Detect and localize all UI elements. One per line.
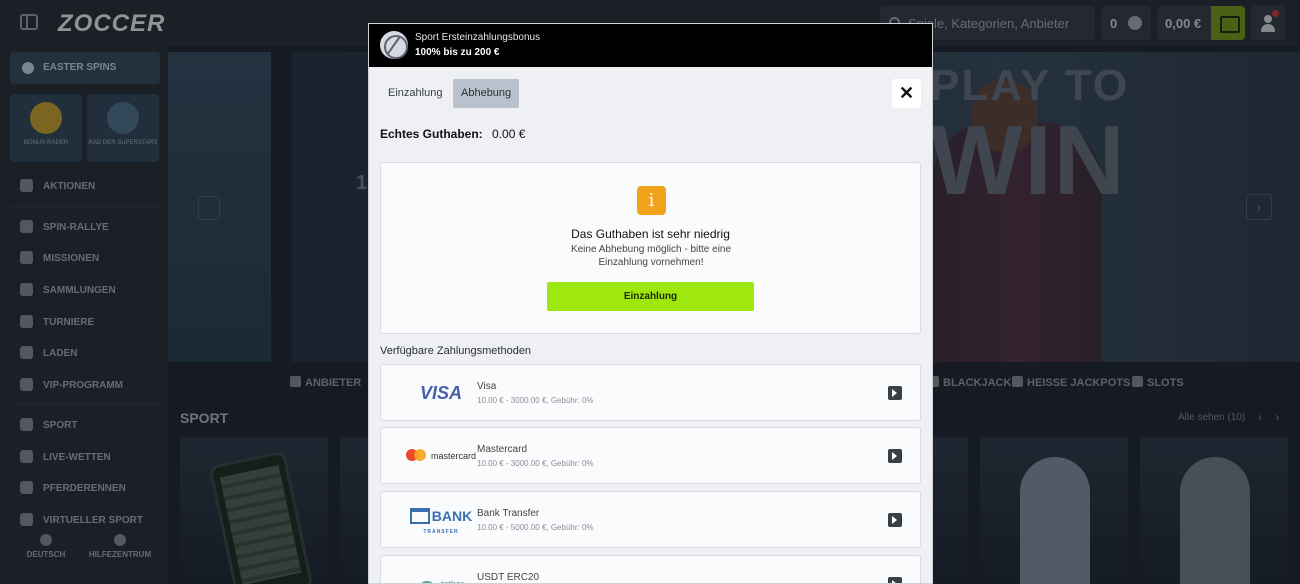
chevron-right-icon[interactable]	[888, 513, 902, 527]
promo-banner[interactable]: Sport Ersteinzahlungsbonus 100% bis zu 2…	[369, 24, 932, 67]
method-limit: 10.00 € - 5000.00 €, Gebühr: 0%	[477, 523, 594, 532]
payment-method-visa[interactable]: VISA Visa 10.00 € - 3000.00 €, Gebühr: 0…	[380, 364, 921, 421]
payment-method-usdt-erc20[interactable]: ₮tether USDT ERC20	[380, 555, 921, 584]
bank-icon	[409, 508, 430, 524]
real-balance: Echtes Guthaben: 0.00 €	[380, 127, 525, 141]
cashier-modal: Sport Ersteinzahlungsbonus 100% bis zu 2…	[368, 23, 933, 584]
low-balance-notice: i Das Guthaben ist sehr niedrig Keine Ab…	[380, 162, 921, 334]
notice-title: Das Guthaben ist sehr niedrig	[571, 227, 730, 241]
visa-logo: VISA	[419, 383, 462, 403]
sport-ball-icon	[380, 31, 408, 59]
promo-subtitle: Sport Ersteinzahlungsbonus	[415, 32, 541, 43]
bank-transfer-logo: BANK TRANSFER	[393, 508, 489, 535]
chevron-right-icon[interactable]	[888, 449, 902, 463]
notice-text: Keine Abhebung möglich - bitte eine Einz…	[570, 244, 732, 268]
deposit-button[interactable]: Einzahlung	[547, 282, 754, 311]
tab-withdrawal[interactable]: Abhebung	[453, 79, 520, 108]
method-limit: 10.00 € - 3000.00 €, Gebühr: 0%	[477, 396, 594, 405]
payment-method-mastercard[interactable]: mastercard Mastercard 10.00 € - 3000.00 …	[380, 427, 921, 484]
method-limit: 10.00 € - 3000.00 €, Gebühr: 0%	[477, 459, 594, 468]
method-name: Bank Transfer	[477, 508, 540, 519]
close-icon[interactable]: ✕	[892, 79, 921, 108]
chevron-right-icon[interactable]	[888, 577, 902, 583]
real-balance-label: Echtes Guthaben:	[380, 127, 483, 141]
chevron-right-icon[interactable]	[888, 386, 902, 400]
bank-logo-text: BANK	[431, 508, 473, 524]
method-name: Visa	[477, 381, 497, 392]
method-name: Mastercard	[477, 444, 528, 455]
info-icon: i	[637, 186, 666, 215]
bank-logo-subtext: TRANSFER	[423, 529, 459, 535]
mastercard-logo-text: mastercard	[430, 451, 476, 461]
tether-logo-text: tether	[440, 579, 464, 584]
promo-title: 100% bis zu 200 €	[415, 47, 500, 58]
real-balance-value: 0.00 €	[492, 127, 526, 141]
tether-logo: ₮tether	[393, 572, 489, 584]
mastercard-circles-icon	[405, 449, 428, 461]
method-name: USDT ERC20	[477, 572, 540, 583]
payment-method-bank-transfer[interactable]: BANK TRANSFER Bank Transfer 10.00 € - 50…	[380, 491, 921, 548]
payment-methods-label: Verfügbare Zahlungsmethoden	[380, 345, 532, 357]
mastercard-logo: mastercard	[393, 444, 489, 468]
tab-deposit[interactable]: Einzahlung	[380, 79, 450, 108]
